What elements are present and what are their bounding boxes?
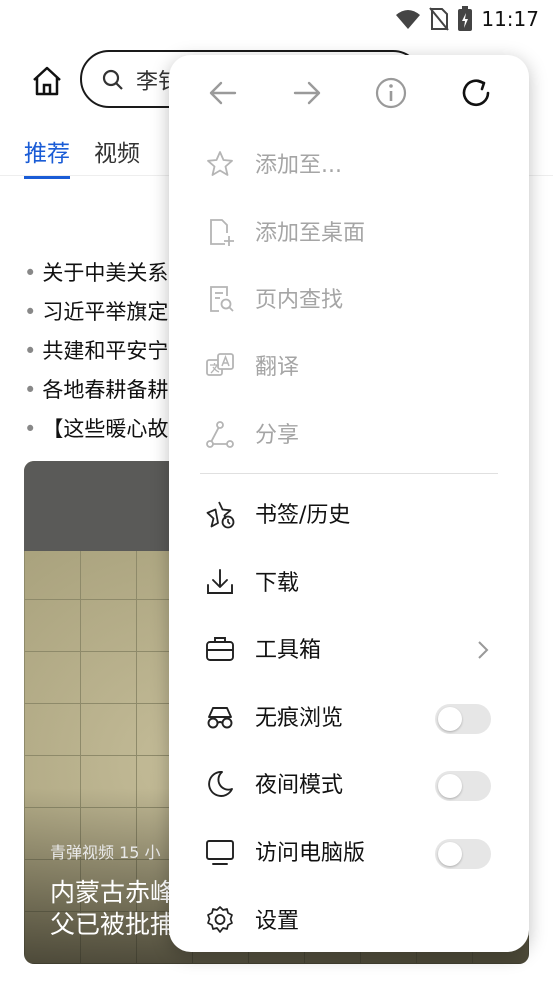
menu-label: 书签/历史 (255, 503, 351, 528)
status-time: 11:17 (481, 7, 539, 31)
status-bar: 11:17 (0, 0, 553, 40)
menu-label: 添加至... (255, 153, 342, 178)
menu-label: 工具箱 (255, 638, 322, 663)
news-item[interactable]: • 共建和平安宁 (24, 332, 168, 371)
news-title: 【这些暖心故 (42, 417, 169, 441)
tab-video[interactable]: 视频 (94, 134, 140, 179)
settings-gear-icon (207, 906, 233, 933)
menu-item-toolbox[interactable]: 工具箱 (169, 620, 529, 676)
menu-label: 无痕浏览 (255, 706, 344, 731)
translate-icon (206, 353, 234, 376)
wifi-icon (396, 10, 420, 29)
desktop-monitor-icon (206, 840, 234, 865)
menu-label: 分享 (255, 423, 300, 448)
menu-label: 下载 (255, 571, 300, 596)
menu-item-download[interactable]: 下载 (169, 553, 529, 609)
bookmark-history-icon (206, 501, 235, 529)
news-item[interactable]: • 【这些暖心故 (24, 410, 168, 449)
back-arrow-icon[interactable] (203, 73, 243, 113)
news-title: 关于中美关系 (42, 261, 169, 285)
menu-item-night-mode[interactable]: 夜间模式 (169, 755, 529, 811)
home-icon[interactable] (30, 64, 64, 98)
info-icon[interactable] (371, 73, 411, 113)
toggle-knob (438, 707, 462, 731)
news-title: 各地春耕备耕 (42, 378, 169, 402)
desktop-version-toggle[interactable] (435, 839, 491, 869)
battery-charging-icon (458, 6, 472, 31)
incognito-toggle[interactable] (435, 704, 491, 734)
menu-label: 夜间模式 (255, 773, 344, 798)
incognito-icon (207, 707, 233, 729)
news-title: 共建和平安宁 (42, 339, 169, 363)
toolbox-icon (206, 637, 234, 661)
find-in-page-icon (210, 286, 234, 312)
share-icon (206, 421, 234, 448)
news-title: 习近平举旗定 (42, 300, 169, 324)
toggle-knob (438, 842, 462, 866)
menu-item-add-to[interactable]: 添加至... (169, 135, 529, 191)
menu-label: 翻译 (255, 355, 300, 380)
chevron-right-icon (478, 641, 489, 659)
menu-item-bookmarks-history[interactable]: 书签/历史 (169, 485, 529, 541)
refresh-icon[interactable] (456, 73, 496, 113)
status-icons (395, 6, 473, 32)
menu-label: 设置 (255, 909, 300, 934)
menu-item-translate[interactable]: 翻译 (169, 337, 529, 393)
feed-tabs: 推荐 视频 (24, 134, 140, 179)
news-item[interactable]: • 习近平举旗定 (24, 293, 168, 332)
add-to-desktop-icon (210, 219, 234, 246)
menu-item-share[interactable]: 分享 (169, 405, 529, 461)
news-item[interactable]: • 关于中美关系 (24, 254, 168, 293)
download-icon (207, 569, 233, 594)
forward-arrow-icon[interactable] (287, 73, 327, 113)
menu-label: 页内查找 (255, 288, 344, 313)
menu-item-find-in-page[interactable]: 页内查找 (169, 270, 529, 326)
tab-recommend[interactable]: 推荐 (24, 134, 70, 179)
menu-divider (200, 473, 498, 474)
browser-menu: 添加至... 添加至桌面 页内查找 翻译 分享 书签/历史 下载 工具箱 无痕浏… (169, 55, 529, 952)
news-item[interactable]: • 各地春耕备耕 (24, 371, 168, 410)
menu-item-desktop-version[interactable]: 访问电脑版 (169, 823, 529, 879)
feed-meta: 青弹视频 15 小 (50, 843, 161, 862)
menu-label: 添加至桌面 (255, 221, 366, 246)
menu-label: 访问电脑版 (255, 841, 366, 866)
star-outline-icon (207, 151, 233, 176)
menu-item-incognito[interactable]: 无痕浏览 (169, 688, 529, 744)
menu-nav-row (169, 73, 529, 113)
search-icon (102, 69, 123, 90)
no-sim-icon (429, 7, 449, 31)
toggle-knob (438, 774, 462, 798)
menu-item-add-to-desktop[interactable]: 添加至桌面 (169, 203, 529, 259)
moon-icon (208, 771, 233, 797)
news-list: • 关于中美关系 • 习近平举旗定 • 共建和平安宁 • 各地春耕备耕 • 【这些暖心故 (24, 254, 168, 449)
night-mode-toggle[interactable] (435, 771, 491, 801)
menu-item-settings[interactable]: 设置 (169, 891, 529, 947)
